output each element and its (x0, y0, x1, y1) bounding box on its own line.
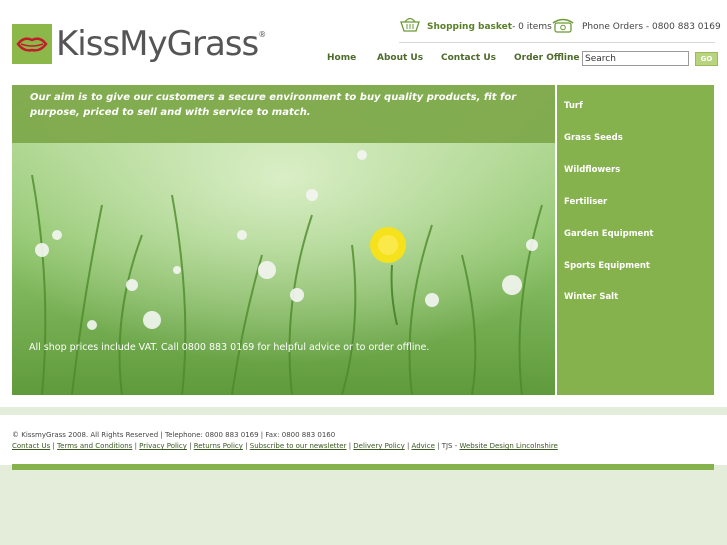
sidebar-item-turf[interactable]: Turf (564, 101, 583, 111)
search-input[interactable] (582, 51, 689, 66)
footer-links: Contact Us | Terms and Conditions | Priv… (12, 442, 558, 450)
footer-link-newsletter[interactable]: Subscribe to our newsletter (250, 442, 347, 450)
brand-name: KissMyGrass (56, 24, 259, 64)
nav-order-offline[interactable]: Order Offline (514, 53, 580, 63)
basket-label[interactable]: Shopping basket (427, 22, 512, 32)
page: KissMyGrass ® Shopping basket - 0 items … (0, 0, 727, 407)
copyright-text: © KissmyGrass 2008. All Rights Reserved … (12, 431, 336, 439)
site-logo[interactable]: KissMyGrass ® (12, 24, 266, 64)
search-go-button[interactable]: GO (695, 52, 718, 66)
registered-mark: ® (258, 29, 267, 39)
vat-note: All shop prices include VAT. Call 0800 8… (29, 342, 430, 353)
footer-bar (12, 464, 714, 470)
sidebar-item-wildflowers[interactable]: Wildflowers (564, 165, 620, 175)
footer-link-website-design[interactable]: Website Design Lincolnshire (459, 442, 557, 450)
sidebar-item-garden-equipment[interactable]: Garden Equipment (564, 229, 653, 239)
lips-logo-icon (12, 24, 52, 64)
hero-banner: Our aim is to give our customers a secur… (12, 85, 555, 395)
nav-contact-us[interactable]: Contact Us (441, 53, 496, 63)
shopping-basket[interactable]: Shopping basket - 0 items (399, 17, 552, 36)
footer-link-returns[interactable]: Returns Policy (194, 442, 243, 450)
category-sidebar: Turf Grass Seeds Wildflowers Fertiliser … (557, 85, 714, 395)
nav-home[interactable]: Home (327, 53, 356, 63)
sidebar-item-sports-equipment[interactable]: Sports Equipment (564, 261, 650, 271)
header-divider (399, 42, 715, 43)
sidebar-item-winter-salt[interactable]: Winter Salt (564, 292, 618, 302)
sidebar-item-grass-seeds[interactable]: Grass Seeds (564, 133, 623, 143)
sidebar-item-fertiliser[interactable]: Fertiliser (564, 197, 607, 207)
phone-text: Phone Orders - 0800 883 0169 (582, 21, 721, 32)
footer-separator (0, 407, 727, 415)
footer-link-privacy[interactable]: Privacy Policy (139, 442, 187, 450)
phone-orders: Phone Orders - 0800 883 0169 (552, 17, 721, 36)
basket-count: - 0 items (512, 21, 552, 32)
footer-link-terms[interactable]: Terms and Conditions (57, 442, 132, 450)
basket-icon (399, 17, 421, 36)
tjs-text: TJS - (441, 442, 460, 450)
nav-about-us[interactable]: About Us (377, 53, 423, 63)
footer: © KissmyGrass 2008. All Rights Reserved … (0, 415, 727, 465)
telephone-icon (552, 17, 574, 36)
mission-statement: Our aim is to give our customers a secur… (30, 92, 517, 118)
footer-link-contact-us[interactable]: Contact Us (12, 442, 50, 450)
footer-link-advice[interactable]: Advice (412, 442, 435, 450)
footer-link-delivery[interactable]: Delivery Policy (353, 442, 404, 450)
dandelion (370, 227, 406, 263)
